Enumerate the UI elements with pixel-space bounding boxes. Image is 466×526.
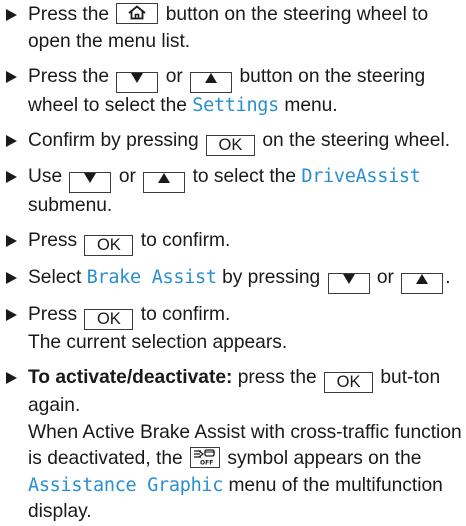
step-text: Press the [28, 4, 110, 25]
home-icon [128, 5, 146, 20]
bullet-triangle-icon [6, 134, 17, 147]
step-text: to select the [192, 166, 297, 187]
svg-text:OFF: OFF [200, 460, 213, 467]
step-text: press the [237, 367, 317, 388]
step-6: Select Brake Assist by pressing or . [6, 265, 466, 294]
bullet-triangle-icon [6, 372, 17, 384]
step-5: Press OK to confirm. [6, 228, 466, 256]
cross-traffic-off-icon: OFF [190, 447, 221, 468]
up-arrow-icon [205, 72, 218, 83]
step-text: or [165, 65, 183, 87]
step-text: submenu. [28, 195, 113, 216]
bullet-triangle-icon [6, 9, 17, 21]
down-button-key [327, 272, 370, 294]
bullet-triangle-icon [6, 309, 17, 321]
down-button-key [116, 71, 159, 93]
step-text: . [445, 266, 451, 288]
step-result-text: symbol appears on the [227, 448, 422, 469]
up-button-key [143, 172, 186, 193]
ok-button-key: OK [84, 309, 134, 330]
menu-name: Assistance Graphic [28, 474, 224, 496]
home-button-key [116, 3, 159, 24]
ok-button-key: OK [84, 235, 134, 256]
up-button-key [401, 272, 444, 294]
menu-name: Settings [192, 94, 279, 116]
step-3: Confirm by pressing OK on the steering w… [6, 128, 466, 156]
bullet-triangle-icon [6, 235, 17, 247]
menu-name: DriveAssist [301, 166, 421, 187]
step-text: menu. [284, 94, 338, 116]
step-text: Confirm by pressing [28, 129, 199, 151]
down-arrow-icon [342, 273, 355, 284]
up-arrow-icon [416, 273, 429, 284]
step-text: Press the [28, 65, 110, 87]
step-text: or [376, 266, 394, 288]
bullet-triangle-icon [6, 171, 17, 183]
step-text: to confirm. [140, 304, 231, 325]
instruction-page: Press the button on the steering wheel t… [0, 0, 466, 525]
ok-button-key: OK [324, 372, 374, 393]
up-button-key [190, 71, 233, 93]
down-arrow-icon [131, 72, 144, 83]
step-result-text: The current selection appears. [28, 332, 288, 353]
step-8: To activate/deactivate: press the OK but… [6, 365, 466, 526]
step-1: Press the button on the steering wheel t… [6, 2, 466, 55]
step-text: Press [28, 304, 78, 325]
step-text: Use [28, 166, 63, 187]
step-text: to confirm. [140, 230, 231, 251]
step-7: Press OK to confirm. The current selecti… [6, 302, 466, 357]
step-text: Select [28, 266, 82, 288]
step-text: on the steering wheel. [262, 129, 451, 151]
ok-button-key: OK [205, 134, 255, 156]
down-button-key [69, 172, 112, 193]
step-text: by pressing [222, 266, 321, 288]
step-2: Press the or button on the steering whee… [6, 64, 466, 120]
step-text: Press [28, 230, 78, 251]
bullet-triangle-icon [6, 271, 17, 284]
up-arrow-icon [158, 173, 171, 183]
step-heading: To activate/deactivate: [28, 367, 233, 388]
menu-name: Brake Assist [86, 266, 217, 288]
step-text: or [118, 166, 136, 187]
down-arrow-icon [84, 173, 97, 183]
bullet-triangle-icon [6, 70, 17, 83]
step-4: Use or to select the DriveAssist submenu… [6, 164, 466, 220]
